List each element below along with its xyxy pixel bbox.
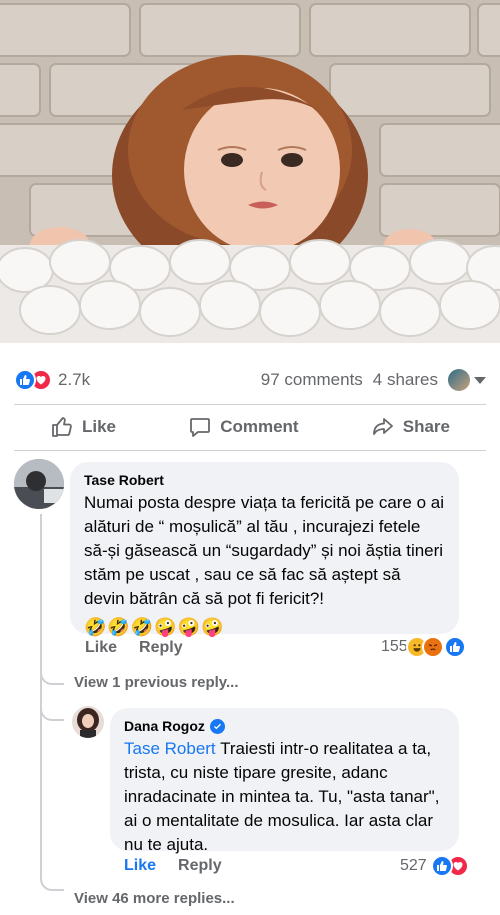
comment-reply-link[interactable]: Reply — [139, 639, 183, 657]
reply-like-link[interactable]: Like — [124, 857, 156, 875]
reaction-count[interactable]: 2.7k — [58, 370, 90, 390]
comment-author[interactable]: Tase Robert — [84, 472, 445, 488]
share-as-avatar[interactable] — [448, 369, 470, 391]
reply-author-row: Dana Rogoz — [124, 718, 445, 734]
comment-like-link[interactable]: Like — [85, 639, 117, 657]
comment-emojis: 🤣🤣🤣🤪🤪🤪 — [84, 617, 225, 637]
post-stats: 97 comments 4 shares — [261, 369, 486, 391]
reply-text: Tase Robert Traiesti intr-o realitatea a… — [124, 737, 445, 857]
like-icon — [443, 636, 466, 658]
avatar[interactable] — [72, 706, 104, 738]
reply-reaction-count: 527 — [400, 857, 427, 874]
reply-reactions[interactable]: 527 — [400, 855, 469, 877]
comment-reaction-icons — [405, 636, 466, 658]
post-actions: Like Comment Share — [14, 407, 486, 447]
comment-button-label: Comment — [220, 417, 299, 436]
angry-icon — [421, 636, 444, 658]
reply-actions: Like Reply — [124, 857, 222, 875]
like-button-label: Like — [82, 417, 117, 436]
caret-down-icon[interactable] — [474, 376, 486, 384]
reply-bubble: Dana Rogoz Tase Robert Traiesti intr-o r… — [110, 708, 459, 854]
comment-button[interactable]: Comment — [152, 415, 334, 439]
reply-mention[interactable]: Tase Robert — [124, 739, 216, 758]
reply-reply-link[interactable]: Reply — [178, 857, 222, 875]
comment-actions: Like Reply — [85, 639, 183, 657]
reaction-icons[interactable] — [14, 369, 52, 391]
thumb-up-icon — [52, 417, 72, 437]
share-button[interactable]: Share — [335, 415, 486, 439]
like-icon — [14, 369, 36, 391]
comment-reaction-count: 155 — [381, 638, 408, 655]
share-button-label: Share — [402, 417, 450, 436]
photo-illustration — [0, 0, 500, 343]
comment-reactions[interactable]: 155 — [381, 636, 466, 658]
view-more-replies[interactable]: View 46 more replies... — [74, 890, 235, 907]
comment-icon — [190, 418, 211, 437]
avatar-image — [72, 706, 104, 738]
post-photo[interactable] — [0, 0, 500, 343]
thread-branch — [40, 703, 64, 721]
share-icon — [372, 418, 393, 435]
view-previous-replies[interactable]: View 1 previous reply... — [74, 674, 239, 691]
like-button[interactable]: Like — [14, 415, 152, 439]
thread-line — [40, 514, 42, 874]
divider — [14, 404, 486, 405]
comment-text: Numai posta despre viața ta fericită pe … — [84, 493, 445, 608]
like-icon — [430, 855, 453, 877]
comments-count[interactable]: 97 comments — [261, 370, 363, 390]
thread-branch — [40, 667, 64, 685]
reactions-summary: 2.7k 97 comments 4 shares — [14, 366, 486, 394]
verified-icon — [209, 718, 225, 734]
avatar[interactable] — [14, 459, 64, 509]
divider — [14, 450, 486, 451]
avatar-image — [14, 459, 64, 509]
reply-author[interactable]: Dana Rogoz — [124, 718, 205, 734]
shares-count[interactable]: 4 shares — [373, 370, 438, 390]
reply-reaction-icons — [430, 855, 469, 877]
thread-branch — [40, 873, 64, 891]
comment-bubble: Tase Robert Numai posta despre viața ta … — [70, 462, 459, 637]
